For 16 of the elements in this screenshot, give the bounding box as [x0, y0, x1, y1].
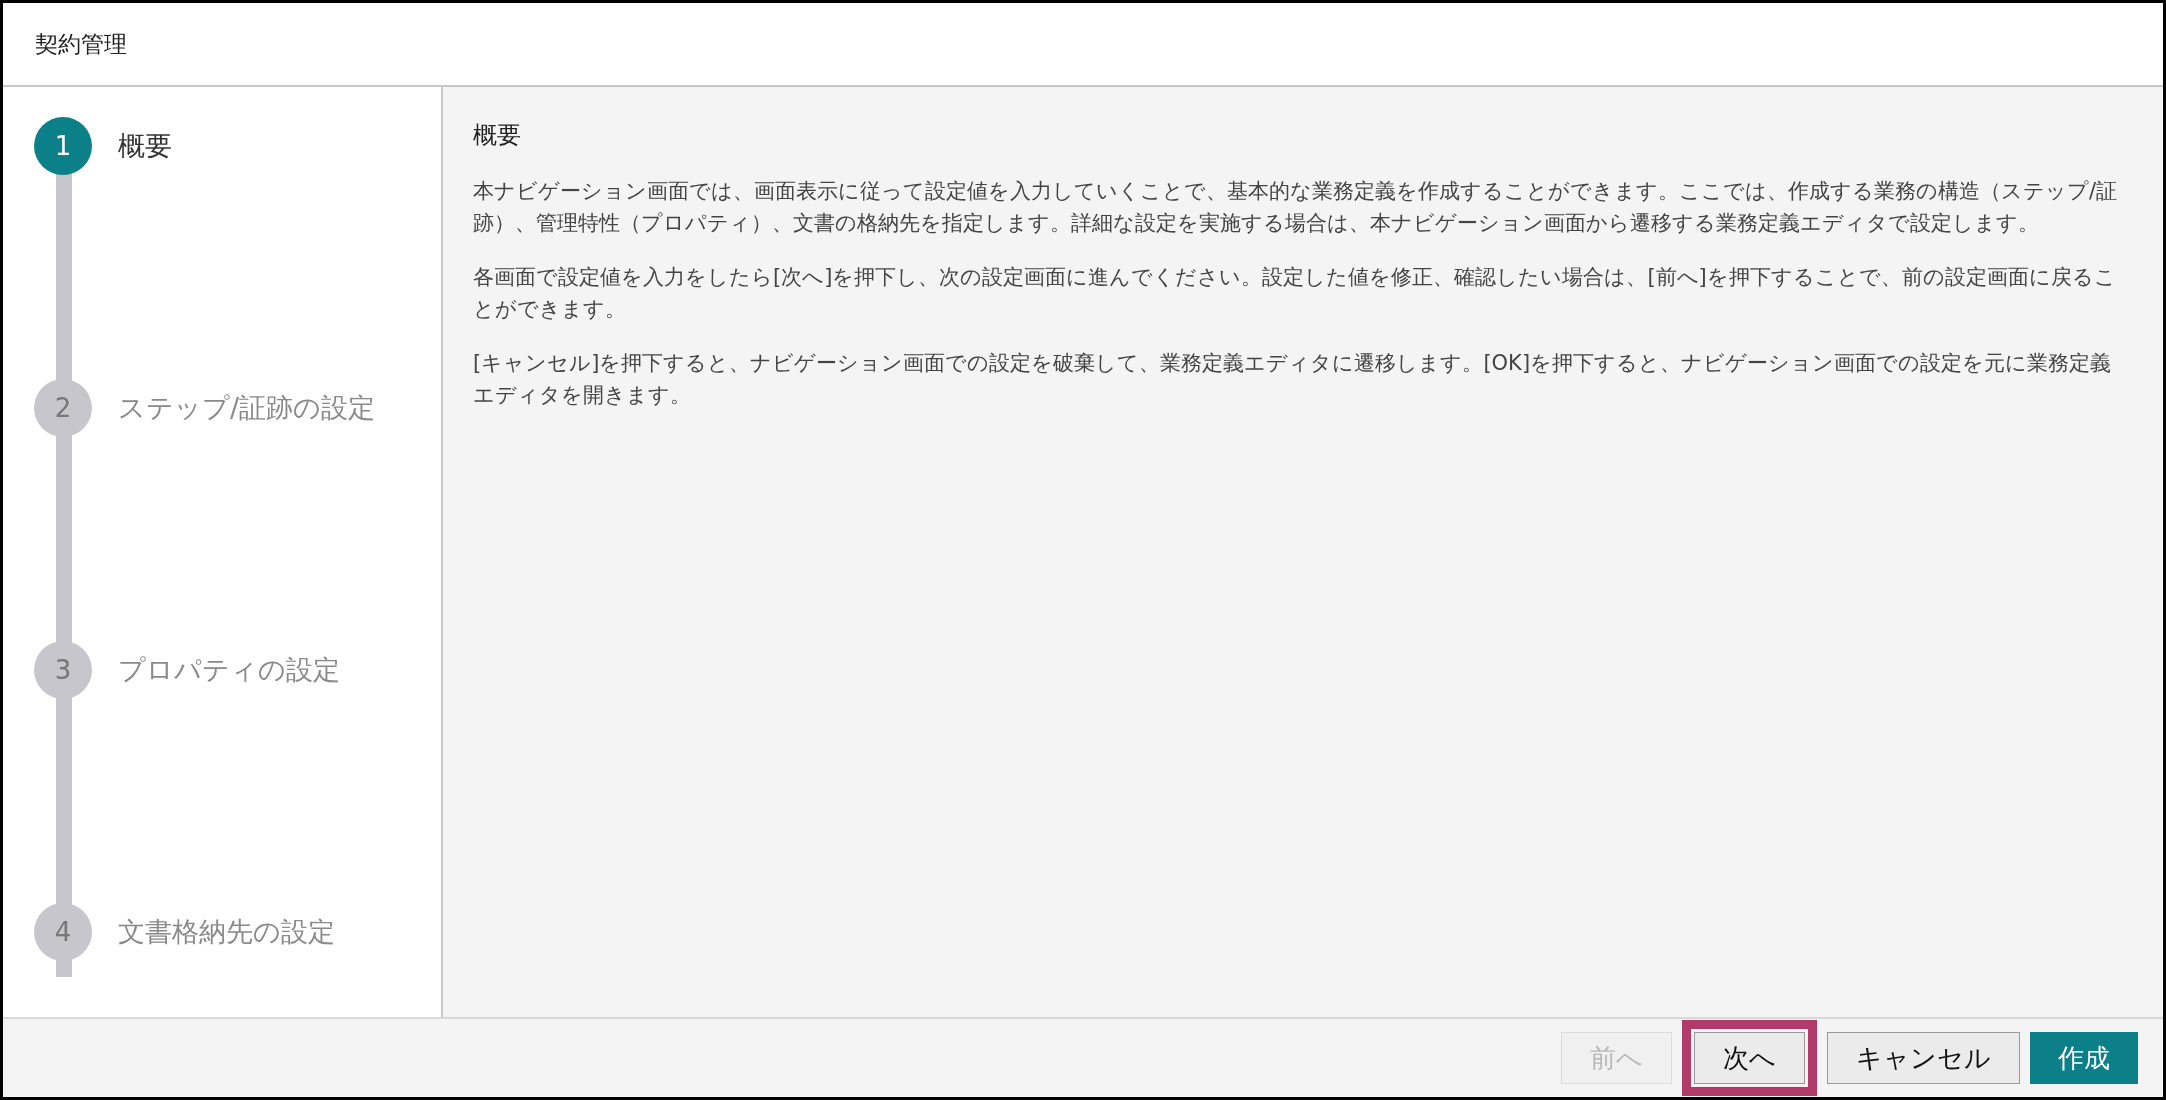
section-heading: 概要 [473, 120, 522, 151]
create-button[interactable]: 作成 [2030, 1032, 2138, 1084]
step-number: 3 [34, 641, 92, 699]
dialog-button[interactable]: 次へ [1694, 1032, 1805, 1084]
step-number: 1 [34, 117, 92, 175]
description-paragraph: 各画面で設定値を入力をしたら[次へ]を押下し、次の設定画面に進んでください。設定した値を修正、確認したい場合は、[前へ]を押下することで、前の設定画面に戻ることができます。 [473, 264, 2117, 323]
step-label[interactable]: 概要 [118, 125, 172, 167]
description-paragraph: [キャンセル]を押下すると、ナビゲーション画面での設定を破棄して、業務定義エディタに遷移します。[OK]を押下すると、ナビゲーション画面での設定を元に業務定義エディタを開きます。 [473, 350, 2113, 409]
step-label[interactable]: ステップ/証跡の設定 [118, 387, 376, 429]
step-number: 2 [34, 379, 92, 437]
step-label[interactable]: 文書格納先の設定 [118, 911, 335, 953]
window-title: 契約管理 [35, 29, 127, 59]
dialog-button[interactable]: キャンセル [1827, 1032, 2020, 1084]
step-label[interactable]: プロパティの設定 [118, 649, 340, 691]
description-paragraph: 本ナビゲーション画面では、画面表示に従って設定値を入力していくことで、基本的な業務定義を作成することができます。ここでは、作成する業務の構造（ステップ/証跡）、管理特性（プロパティ）、文書の格納先を指定します。詳細な設定を実施する場合は、本ナビゲーション画面から遷移する業務定義エディタで設定します。 [473, 178, 2119, 237]
step-number: 4 [34, 903, 92, 961]
